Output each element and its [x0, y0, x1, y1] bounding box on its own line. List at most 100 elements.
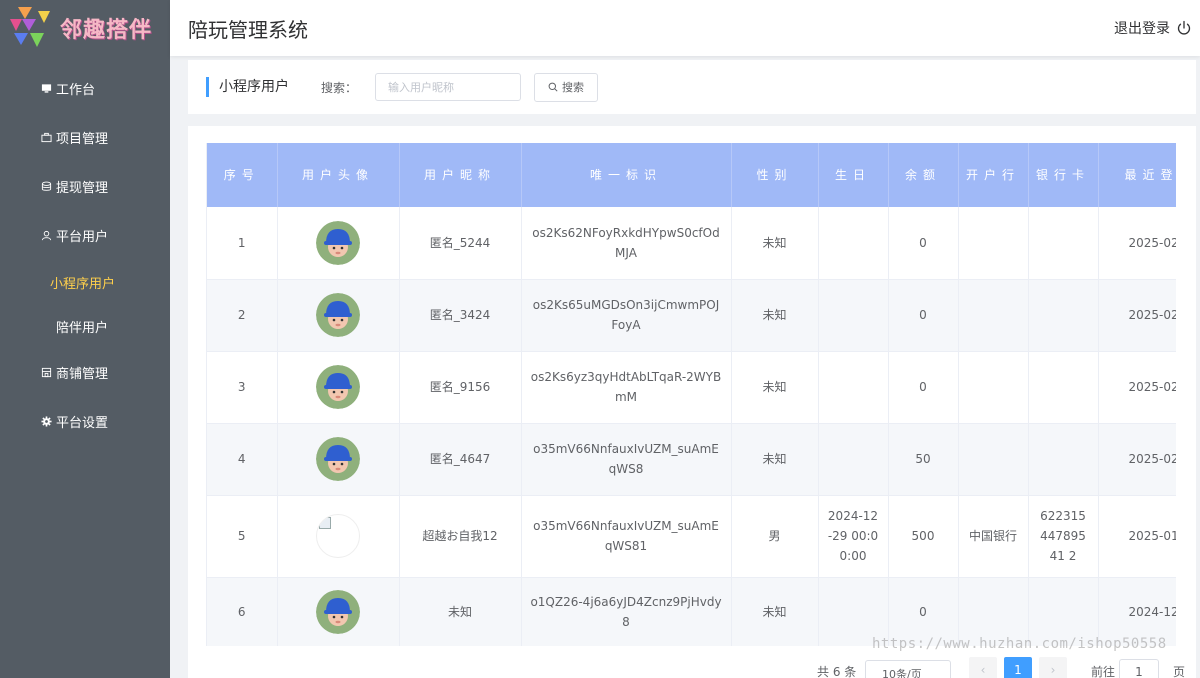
section-title: 小程序用户: [206, 77, 289, 97]
cell-index: 4: [207, 423, 278, 496]
filter-bar: 小程序用户 搜索： 搜索: [188, 60, 1196, 114]
cell-balance: 0: [888, 351, 959, 424]
cell-avatar: [277, 279, 400, 352]
cell-last-login: 2025-02-: [1098, 351, 1176, 424]
cell-gender: 未知: [731, 279, 819, 352]
page-title: 陪玩管理系统: [188, 17, 308, 42]
cell-avatar: [277, 207, 400, 280]
cell-bank: [958, 423, 1029, 496]
cell-last-login: 2025-02-: [1098, 423, 1176, 496]
sidebar-item-companion-users[interactable]: 陪伴用户: [0, 304, 170, 348]
sidebar-item-withdrawals[interactable]: 提现管理: [0, 162, 170, 211]
cell-birthday: [818, 351, 889, 424]
table-row[interactable]: 5 超越お自我12 o35mV66NnfauxIvUZM_suAmEqWS81 男 20…: [207, 495, 1176, 578]
search-input[interactable]: [375, 73, 522, 101]
cell-index: 1: [207, 207, 278, 280]
search-button-label: 搜索: [562, 81, 585, 94]
prev-page-button[interactable]: ‹: [969, 657, 997, 678]
shop-icon: [40, 367, 52, 379]
cell-index: 3: [207, 351, 278, 424]
cell-avatar: [277, 495, 400, 578]
sidebar-item-miniprogram-users[interactable]: 小程序用户: [0, 260, 170, 304]
cell-openid: o35mV66NnfauxIvUZM_suAmEqWS8: [521, 423, 732, 496]
briefcase-icon: [40, 132, 52, 144]
table-row[interactable]: 2 匿名_3424 os2Ks65uMGDsOn3ijCmwmPOJFoyA 未知 0 2…: [207, 279, 1176, 352]
pagination: 共 6 条 10条/页 ‹ 1 › 前往 页: [188, 655, 1196, 678]
cell-nickname: 匿名_5244: [399, 207, 522, 280]
coins-icon: [40, 181, 52, 193]
cell-birthday: [818, 423, 889, 496]
cell-card: 62231544789541 2: [1028, 495, 1099, 578]
cell-nickname: 匿名_9156: [399, 351, 522, 424]
sidebar-item-label: 陪伴用户: [56, 320, 109, 336]
sidebar-item-label: 商铺管理: [56, 367, 109, 382]
avatar: [316, 220, 360, 265]
avatar: [316, 437, 360, 481]
cell-openid: os2Ks6yz3qyHdtAbLTqaR-2WYBmM: [521, 351, 732, 424]
logout-button[interactable]: 退出登录: [1114, 18, 1192, 38]
table-row[interactable]: 4 匿名_4647 o35mV66NnfauxIvUZM_suAmEqWS8 未知 50…: [207, 423, 1176, 496]
broken-image-icon: [316, 514, 360, 558]
column-header-gender: 性别: [731, 143, 819, 207]
cell-balance: 50: [888, 423, 959, 496]
column-header-openid: 唯一标识: [521, 143, 732, 207]
cell-nickname: 匿名_3424: [399, 279, 522, 352]
avatar: [316, 590, 360, 634]
table-body: 1 匿名_5244 os2Ks62NFoyRxkdHYpwS0cfOdMJA 未知 0 2…: [207, 207, 1176, 646]
cell-bank: [958, 279, 1029, 352]
cell-nickname: 未知: [399, 577, 522, 646]
table-row[interactable]: 3 匿名_9156 os2Ks6yz3qyHdtAbLTqaR-2WYBmM 未知 0 2…: [207, 351, 1176, 424]
sidebar-item-settings[interactable]: 平台设置: [0, 397, 170, 446]
sidebar-menu: 工作台 项目管理 提现管理 平台用户 小程序用户 陪伴用户 商铺管理 平台设置: [0, 64, 170, 446]
sidebar-item-label: 平台设置: [56, 416, 109, 431]
page-size-select[interactable]: 10条/页: [865, 660, 951, 678]
sidebar-item-workbench[interactable]: 工作台: [0, 64, 170, 113]
cell-gender: 未知: [731, 207, 819, 280]
cell-index: 6: [207, 577, 278, 646]
cell-index: 5: [207, 495, 278, 578]
cell-gender: 未知: [731, 423, 819, 496]
column-header-index: 序号: [207, 143, 278, 207]
next-page-button[interactable]: ›: [1039, 657, 1067, 678]
cell-avatar: [277, 577, 400, 646]
avatar: [316, 293, 360, 337]
pagination-total: 共 6 条: [817, 665, 857, 678]
user-table[interactable]: 序号 用户头像 用户昵称 唯一标识 性别 生日 余额 开户行 银行卡 最近登 1…: [206, 143, 1176, 646]
cell-card: [1028, 351, 1099, 424]
cell-gender: 男: [731, 495, 819, 578]
cell-birthday: [818, 279, 889, 352]
sidebar-item-label: 工作台: [56, 83, 96, 98]
cell-bank: 中国银行: [958, 495, 1029, 578]
logout-label: 退出登录: [1114, 21, 1170, 37]
power-icon: [1177, 20, 1191, 35]
cell-last-login: 2025-02-: [1098, 207, 1176, 280]
avatar: [316, 365, 360, 409]
cell-openid: o35mV66NnfauxIvUZM_suAmEqWS81: [521, 495, 732, 578]
page-number-button[interactable]: 1: [1004, 657, 1032, 678]
cell-nickname: 超越お自我12: [399, 495, 522, 578]
cell-avatar: [277, 351, 400, 424]
goto-page-input[interactable]: [1119, 659, 1159, 678]
table-row[interactable]: 1 匿名_5244 os2Ks62NFoyRxkdHYpwS0cfOdMJA 未知 0 2…: [207, 207, 1176, 280]
column-header-birthday: 生日: [818, 143, 889, 207]
sidebar-item-shops[interactable]: 商铺管理: [0, 348, 170, 397]
cell-card: [1028, 423, 1099, 496]
column-header-card: 银行卡: [1028, 143, 1099, 207]
column-header-last-login: 最近登: [1098, 143, 1176, 207]
column-header-avatar: 用户头像: [277, 143, 400, 207]
top-header: 陪玩管理系统 退出登录: [170, 0, 1200, 56]
user-icon: [40, 230, 52, 242]
sidebar-item-platform-users[interactable]: 平台用户: [0, 211, 170, 260]
sidebar-item-projects[interactable]: 项目管理: [0, 113, 170, 162]
column-header-nickname: 用户昵称: [399, 143, 522, 207]
cell-last-login: 2025-02-: [1098, 279, 1176, 352]
cell-avatar: [277, 423, 400, 496]
logo-text: 邻趣搭伴: [60, 17, 153, 43]
logo-mark-icon: [6, 3, 56, 53]
table-card: 序号 用户头像 用户昵称 唯一标识 性别 生日 余额 开户行 银行卡 最近登 1…: [188, 126, 1196, 678]
cell-index: 2: [207, 279, 278, 352]
cell-bank: [958, 351, 1029, 424]
search-button[interactable]: 搜索: [534, 72, 599, 102]
cell-openid: os2Ks62NFoyRxkdHYpwS0cfOdMJA: [521, 207, 732, 280]
sidebar: 邻趣搭伴 工作台 项目管理 提现管理 平台用户 小程序用户 陪伴用户 商铺管理: [0, 0, 170, 678]
